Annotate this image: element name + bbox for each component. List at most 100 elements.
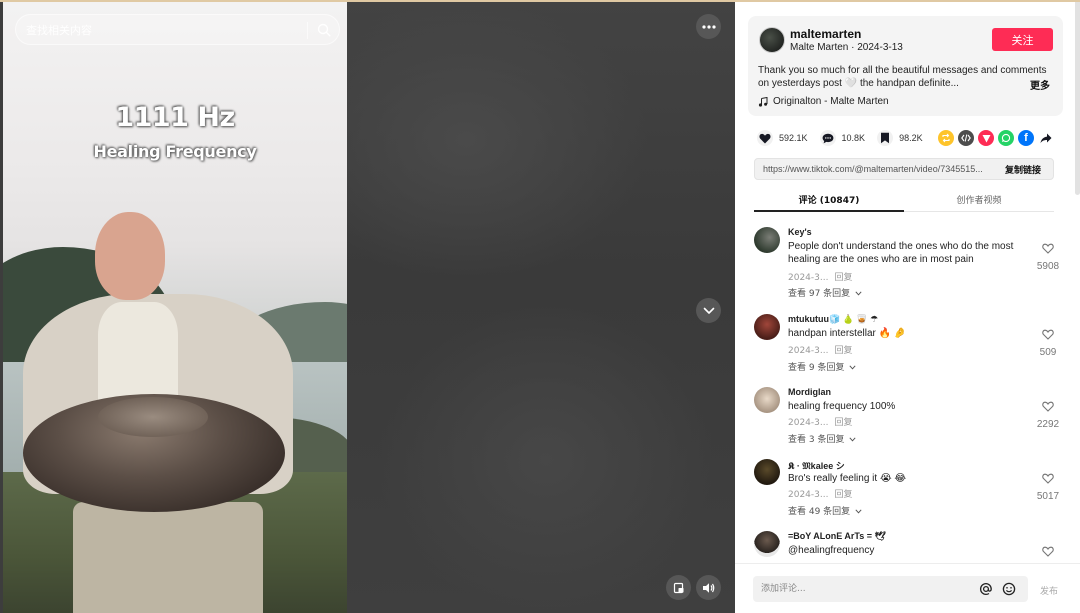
like-button[interactable]: 592.1K — [757, 130, 808, 146]
search-input[interactable] — [26, 22, 296, 39]
panel-scrollbar[interactable] — [1075, 0, 1080, 195]
video-frame[interactable]: 1111 Hz Healing Frequency — [3, 2, 347, 613]
tab-creator-videos[interactable]: 创作者视频 — [904, 193, 1054, 206]
comment-reply-button[interactable]: 回复 — [834, 346, 852, 356]
stats-row: 592.1K 10.8K 98.2K — [757, 130, 935, 146]
next-video-button[interactable] — [696, 298, 721, 323]
send-icon[interactable] — [978, 130, 994, 146]
author-username[interactable]: maltemarten — [790, 27, 861, 41]
comment-text: handpan interstellar 🔥 🤌 — [788, 328, 907, 339]
comment-avatar[interactable] — [754, 314, 780, 340]
comment-reply-button[interactable]: 回复 — [834, 418, 852, 428]
comment-like-count: 5908 — [1036, 261, 1060, 272]
comment-username[interactable]: 𝕶 · 𝔐kalee シ — [788, 459, 845, 472]
copy-link-button[interactable]: 复制链接 — [1005, 163, 1041, 176]
embed-icon[interactable] — [958, 130, 974, 146]
heart-outline-icon — [1042, 243, 1054, 254]
pip-icon — [673, 582, 683, 593]
comment-item: 𝕶 · 𝔐kalee シ Bro's really feeling it 😭 😂… — [735, 454, 1075, 517]
comment-reply-button[interactable]: 回复 — [834, 490, 852, 500]
view-replies-text: 查看 97 条回复 — [788, 289, 851, 299]
video-overlay-title: 1111 Hz — [115, 102, 235, 133]
view-replies-link[interactable]: 查看 9 条回复 — [788, 360, 856, 373]
video-player-area[interactable]: 1111 Hz Healing Frequency — [0, 0, 735, 613]
facebook-icon[interactable]: f — [1018, 130, 1034, 146]
emoji-button[interactable] — [1001, 581, 1017, 597]
comment-like-button[interactable]: 5017 — [1035, 471, 1061, 502]
chevron-down-icon — [855, 509, 862, 514]
video-link-url[interactable]: https://www.tiktok.com/@maltemarten/vide… — [763, 164, 991, 174]
comment-meta: 2024-3... 回复 — [788, 415, 852, 428]
post-comment-button[interactable]: 发布 — [1040, 584, 1058, 597]
mention-button[interactable] — [978, 581, 994, 597]
follow-button[interactable]: 关注 — [992, 28, 1053, 51]
view-replies-link[interactable]: 查看 49 条回复 — [788, 504, 862, 517]
search-button[interactable] — [312, 19, 336, 41]
comment-avatar[interactable] — [754, 459, 780, 485]
comment-avatar[interactable] — [754, 227, 780, 253]
panel-tabs: 评论 (10847) 创作者视频 — [754, 189, 1054, 212]
comment-meta: 2024-3... 回复 — [788, 270, 852, 283]
comment-username[interactable]: Key's — [788, 227, 812, 237]
chevron-down-icon — [703, 307, 714, 314]
video-overlay-subtitle: Healing Frequency — [93, 142, 257, 161]
heart-outline-icon — [1042, 546, 1054, 557]
person-head — [95, 212, 165, 300]
comment-input[interactable] — [761, 581, 971, 597]
comment-text: People don't understand the ones who do … — [788, 241, 1014, 265]
more-options-button[interactable] — [696, 14, 721, 39]
music-note-icon — [758, 96, 768, 107]
comment-input-box[interactable] — [753, 576, 1028, 602]
view-replies-text: 查看 9 条回复 — [788, 363, 845, 373]
comment-item: Mordiglan healing frequency 100% 2024-3.… — [735, 382, 1075, 445]
share-arrow-icon[interactable] — [1038, 130, 1054, 146]
music-title: Originalton - Malte Marten — [773, 96, 889, 107]
comment-reply-button[interactable]: 回复 — [834, 273, 852, 283]
volume-button[interactable] — [696, 575, 721, 600]
comment-button[interactable]: 10.8K — [819, 130, 866, 146]
comment-username[interactable]: mtukutuu🧊 🍐 🥃 ☂ — [788, 314, 878, 325]
chevron-down-icon — [855, 291, 862, 296]
comment-like-button[interactable]: 509 — [1035, 327, 1061, 358]
comment-username[interactable]: =BoY ALonE ArTs = 🕊 — [788, 531, 886, 542]
comment-like-count: 509 — [1039, 347, 1057, 358]
description-more-link[interactable]: 更多 — [1030, 77, 1050, 92]
tab-comments[interactable]: 评论 (10847) — [754, 193, 904, 206]
comment-list: Key's People don't understand the ones w… — [735, 222, 1075, 562]
details-panel: maltemarten Malte Marten · 2024-3-13 关注 … — [735, 0, 1080, 613]
blurred-background — [346, 0, 735, 613]
view-replies-link[interactable]: 查看 3 条回复 — [788, 432, 856, 445]
search-bar[interactable] — [15, 14, 340, 45]
comment-meta: 2024-3... 回复 — [788, 487, 852, 500]
search-icon — [317, 23, 331, 37]
at-sign-icon — [979, 582, 992, 596]
comment-avatar[interactable] — [754, 531, 780, 557]
comment-meta: 2024-3... 回复 — [788, 343, 852, 356]
whatsapp-icon[interactable] — [998, 130, 1014, 146]
comment-like-button[interactable] — [1035, 544, 1061, 562]
comment-avatar[interactable] — [754, 387, 780, 413]
heart-outline-icon — [1042, 329, 1054, 340]
comment-like-button[interactable]: 5908 — [1035, 241, 1061, 272]
comment-item: Key's People don't understand the ones w… — [735, 222, 1075, 299]
music-row[interactable]: Originalton - Malte Marten — [758, 96, 889, 107]
comment-username[interactable]: Mordiglan — [788, 387, 831, 397]
picture-in-picture-button[interactable] — [666, 575, 691, 600]
heart-outline-icon — [1042, 401, 1054, 412]
author-meta: Malte Marten · 2024-3-13 — [790, 42, 903, 53]
save-button[interactable]: 98.2K — [877, 130, 923, 146]
comment-date: 2024-3... — [788, 273, 829, 283]
author-avatar[interactable] — [759, 27, 785, 53]
comment-count: 10.8K — [841, 133, 866, 143]
comment-like-button[interactable]: 2292 — [1035, 399, 1061, 430]
person-legs — [73, 502, 263, 613]
heart-icon — [757, 130, 773, 146]
bookmark-icon — [877, 130, 894, 146]
view-replies-text: 查看 49 条回复 — [788, 507, 851, 517]
view-replies-link[interactable]: 查看 97 条回复 — [788, 286, 862, 299]
handpan-highlight — [98, 397, 208, 437]
volume-icon — [703, 582, 715, 593]
repost-icon[interactable] — [938, 130, 954, 146]
description-text: Thank you so much for all the beautiful … — [758, 65, 1047, 89]
top-strip — [0, 0, 1080, 2]
